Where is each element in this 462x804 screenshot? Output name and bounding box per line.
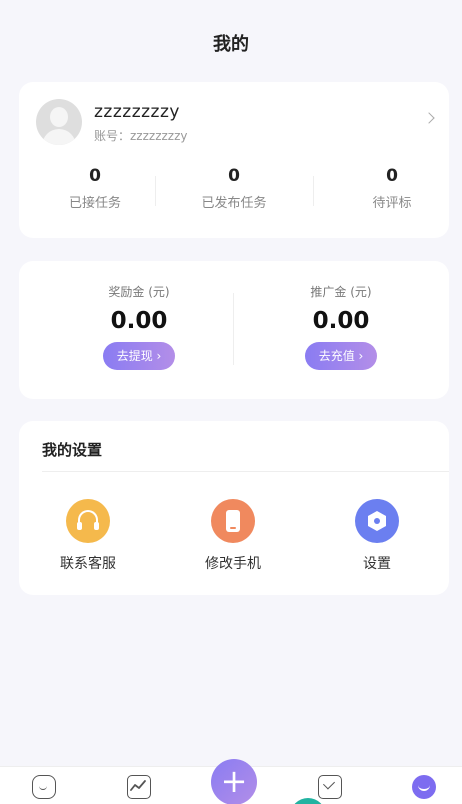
change-phone-button[interactable]: 修改手机 — [173, 499, 293, 573]
stat-label: 待评标 — [372, 196, 412, 211]
avatar — [36, 99, 82, 145]
promo-fund: 推广金 (元) 0.00 去充值 › — [261, 283, 421, 370]
reward-amount: 0.00 — [110, 308, 168, 334]
message-icon[interactable] — [318, 775, 342, 799]
setting-label: 联系客服 — [60, 556, 116, 572]
chart-icon[interactable] — [127, 775, 151, 799]
stat-label: 已发布任务 — [201, 196, 267, 211]
promo-label: 推广金 (元) — [310, 285, 372, 299]
account-id: 账号：zzzzzzzzy — [94, 129, 188, 143]
username: zzzzzzzzy — [94, 102, 180, 122]
stat-value: 0 — [89, 166, 101, 186]
settings-title: 我的设置 — [42, 441, 103, 459]
stat-accepted-tasks[interactable]: 0 已接任务 — [35, 166, 155, 211]
bottom-nav: + — [0, 759, 462, 804]
stat-published-tasks[interactable]: 0 已发布任务 — [174, 166, 294, 211]
reward-fund: 奖励金 (元) 0.00 去提现 › — [59, 283, 219, 370]
task-stats: 0 已接任务 0 已发布任务 0 待评标 — [19, 166, 449, 226]
settings-card: 我的设置 联系客服 修改手机 设置 — [19, 421, 449, 595]
stat-value: 0 — [386, 166, 398, 186]
phone-icon — [211, 499, 255, 543]
profile-card[interactable]: zzzzzzzzy 账号：zzzzzzzzy 0 已接任务 0 已发布任务 0 … — [19, 82, 449, 238]
divider — [42, 471, 449, 472]
contact-service-button[interactable]: 联系客服 — [28, 499, 148, 573]
profile-icon[interactable] — [412, 775, 436, 799]
headset-icon — [66, 499, 110, 543]
home-icon[interactable] — [32, 775, 56, 799]
chevron-right-icon[interactable] — [423, 112, 435, 124]
reward-label: 奖励金 (元) — [108, 285, 170, 299]
divider — [313, 176, 314, 206]
divider — [155, 176, 156, 206]
settings-icon — [355, 499, 399, 543]
add-icon[interactable]: + — [211, 759, 257, 804]
funds-card: 奖励金 (元) 0.00 去提现 › 推广金 (元) 0.00 去充值 › — [19, 261, 449, 399]
stat-value: 0 — [228, 166, 240, 186]
stat-label: 已接任务 — [68, 196, 121, 211]
promo-amount: 0.00 — [312, 308, 370, 334]
recharge-button[interactable]: 去充值 › — [304, 342, 378, 370]
stat-pending-review[interactable]: 0 待评标 — [332, 166, 452, 211]
withdraw-button[interactable]: 去提现 › — [102, 342, 176, 370]
setting-label: 设置 — [363, 556, 391, 572]
settings-button[interactable]: 设置 — [317, 499, 437, 573]
divider — [233, 293, 234, 365]
page-title: 我的 — [213, 34, 249, 55]
setting-label: 修改手机 — [205, 556, 261, 572]
